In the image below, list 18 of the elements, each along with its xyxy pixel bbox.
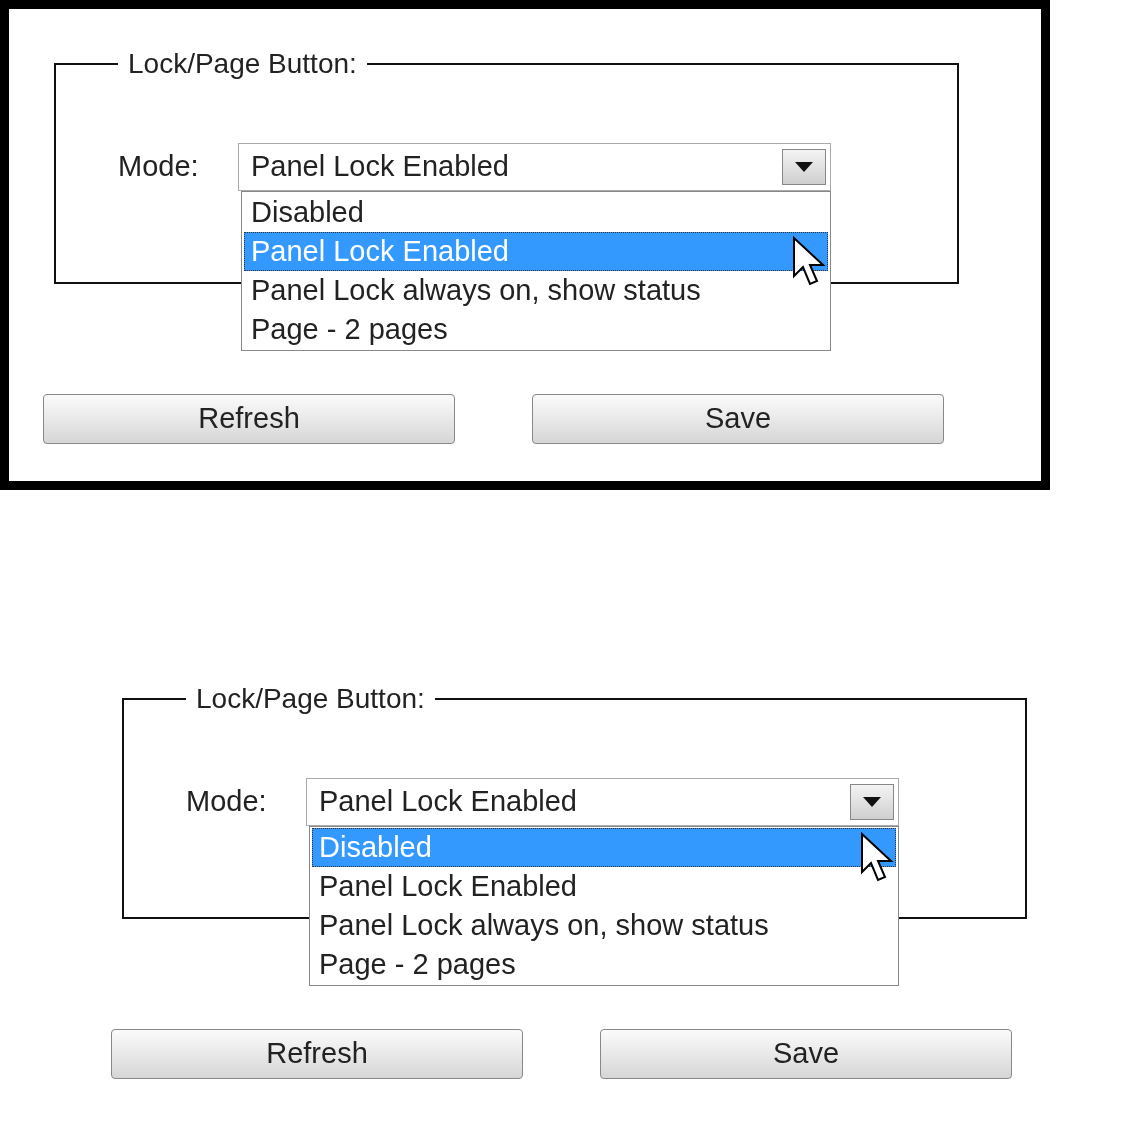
mode-dropdown[interactable]: Panel Lock Enabled <box>238 143 831 191</box>
dropdown-option[interactable]: Page - 2 pages <box>312 945 896 984</box>
mode-label: Mode: <box>186 784 268 820</box>
mode-label: Mode: <box>118 149 200 185</box>
dropdown-option[interactable]: Page - 2 pages <box>244 310 828 349</box>
mode-dropdown[interactable]: Panel Lock Enabled <box>306 778 899 826</box>
refresh-button[interactable]: Refresh <box>111 1029 523 1079</box>
dropdown-option[interactable]: Panel Lock Enabled <box>312 867 896 906</box>
save-button[interactable]: Save <box>600 1029 1012 1079</box>
cursor-icon <box>860 832 894 884</box>
dropdown-option[interactable]: Panel Lock always on, show status <box>312 906 896 945</box>
group-title: Lock/Page Button: <box>195 682 426 716</box>
dropdown-option[interactable]: Disabled <box>244 193 828 232</box>
cursor-icon <box>792 236 826 288</box>
refresh-button[interactable]: Refresh <box>43 394 455 444</box>
save-button[interactable]: Save <box>532 394 944 444</box>
dropdown-option[interactable]: Panel Lock always on, show status <box>244 271 828 310</box>
group-title: Lock/Page Button: <box>127 47 358 81</box>
